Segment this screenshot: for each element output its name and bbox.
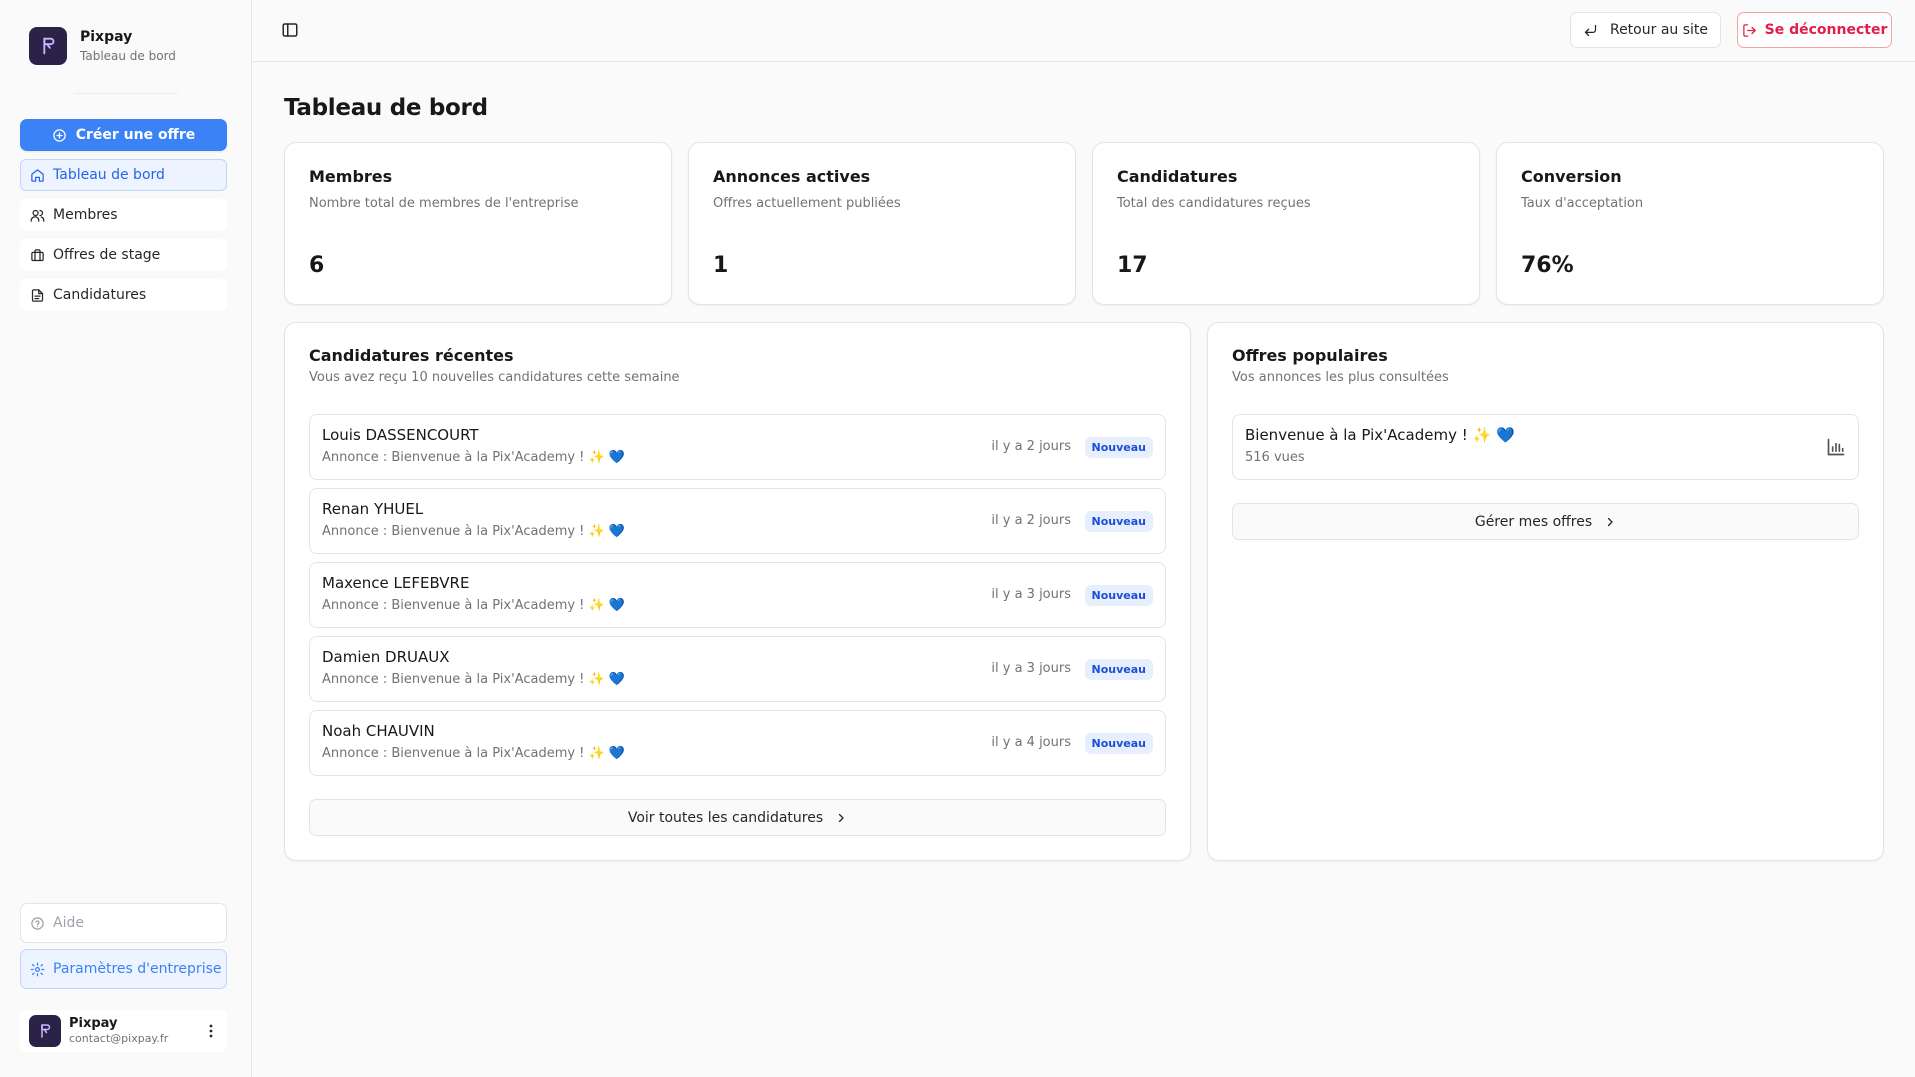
applicant-offer: Annonce : Bienvenue à la Pix'Academy ! ✨… — [322, 524, 626, 539]
back-to-site-button[interactable]: Retour au site — [1570, 12, 1721, 48]
sidebar-item-label: Tableau de bord — [53, 167, 165, 183]
user-card[interactable]: Pixpay contact@pixpay.fr — [20, 1010, 227, 1052]
logout-button[interactable]: Se déconnecter — [1737, 12, 1892, 48]
offer-name: Bienvenue à la Pix'Academy ! ✨ 💙 — [1245, 426, 1515, 444]
status-badge: Nouveau — [1084, 585, 1153, 606]
stat-value: 1 — [713, 253, 729, 278]
avatar — [29, 1015, 61, 1047]
status-badge: Nouveau — [1084, 733, 1153, 754]
plus-circle-icon — [52, 128, 66, 142]
applicant-offer: Annonce : Bienvenue à la Pix'Academy ! ✨… — [322, 746, 626, 761]
back-to-site-label: Retour au site — [1609, 22, 1709, 38]
sidebar-item-applications[interactable]: Candidatures — [20, 279, 227, 311]
stat-card-members: Membres Nombre total de membres de l'ent… — [284, 142, 672, 305]
applications-list: Louis DASSENCOURT Annonce : Bienvenue à … — [309, 414, 1166, 784]
applicant-offer: Annonce : Bienvenue à la Pix'Academy ! ✨… — [322, 450, 626, 465]
home-icon — [31, 168, 44, 182]
applicant-name: Renan YHUEL — [322, 500, 424, 518]
list-item[interactable]: Louis DASSENCOURT Annonce : Bienvenue à … — [309, 414, 1166, 480]
applicant-name: Louis DASSENCOURT — [322, 426, 479, 444]
sidebar-nav: Tableau de bord Membres Offres de stage … — [20, 159, 227, 319]
stat-description: Total des candidatures reçues — [1117, 196, 1311, 211]
manage-offers-label: Gérer mes offres — [1474, 513, 1593, 530]
panel-description: Vos annonces les plus consultées — [1232, 370, 1449, 385]
chevron-right-icon — [839, 813, 844, 822]
sidebar-item-label: Candidatures — [53, 287, 147, 303]
applicant-offer: Annonce : Bienvenue à la Pix'Academy ! ✨… — [322, 672, 626, 687]
applicant-offer: Annonce : Bienvenue à la Pix'Academy ! ✨… — [322, 598, 626, 613]
recent-applications-panel: Candidatures récentes Vous avez reçu 10 … — [284, 322, 1191, 861]
stat-title: Conversion — [1521, 167, 1622, 186]
create-offer-label: Créer une offre — [75, 127, 196, 143]
applicant-time: il y a 3 jours — [991, 661, 1071, 676]
see-all-label: Voir toutes les candidatures — [627, 809, 824, 826]
company-settings-button[interactable]: Paramètres d'entreprise — [20, 949, 227, 989]
status-badge: Nouveau — [1084, 437, 1153, 458]
divider — [74, 93, 178, 94]
stat-title: Membres — [309, 167, 393, 186]
applicant-name: Damien DRUAUX — [322, 648, 450, 666]
list-item[interactable]: Maxence LEFEBVRE Annonce : Bienvenue à l… — [309, 562, 1166, 628]
corner-down-left-icon — [1584, 24, 1597, 36]
user-email: contact@pixpay.fr — [69, 1032, 169, 1045]
applicant-time: il y a 4 jours — [991, 735, 1071, 750]
pixpay-logo — [29, 27, 67, 65]
bar-chart-icon — [1827, 438, 1845, 456]
panel-title: Offres populaires — [1232, 346, 1388, 365]
stat-title: Annonces actives — [713, 167, 871, 186]
applicant-name: Noah CHAUVIN — [322, 722, 435, 740]
gear-icon — [30, 962, 45, 976]
stat-value: 6 — [309, 253, 325, 278]
status-badge: Nouveau — [1084, 511, 1153, 532]
log-out-icon — [1742, 23, 1756, 37]
list-item[interactable]: Damien DRUAUX Annonce : Bienvenue à la P… — [309, 636, 1166, 702]
list-item[interactable]: Noah CHAUVIN Annonce : Bienvenue à la Pi… — [309, 710, 1166, 776]
briefcase-icon — [31, 248, 44, 261]
sidebar-item-dashboard[interactable]: Tableau de bord — [20, 159, 227, 191]
stat-value: 17 — [1117, 253, 1148, 278]
brand[interactable]: Pixpay Tableau de bord — [29, 27, 176, 65]
stat-description: Nombre total de membres de l'entreprise — [309, 196, 579, 211]
more-vertical-icon[interactable] — [201, 1021, 221, 1041]
sidebar-item-label: Membres — [53, 207, 118, 223]
help-circle-icon — [31, 916, 44, 930]
users-icon — [30, 209, 45, 222]
stat-title: Candidatures — [1117, 167, 1238, 186]
stat-description: Taux d'acceptation — [1521, 196, 1644, 211]
applicant-time: il y a 2 jours — [991, 513, 1071, 528]
status-badge: Nouveau — [1084, 659, 1153, 680]
manage-offers-button[interactable]: Gérer mes offres — [1232, 503, 1859, 540]
help-label: Aide — [53, 915, 84, 931]
logout-label: Se déconnecter — [1764, 22, 1888, 38]
list-item[interactable]: Renan YHUEL Annonce : Bienvenue à la Pix… — [309, 488, 1166, 554]
applicant-time: il y a 3 jours — [991, 587, 1071, 602]
create-offer-button[interactable]: Créer une offre — [20, 119, 227, 151]
sidebar-item-label: Offres de stage — [53, 247, 161, 263]
offer-views: 516 vues — [1245, 450, 1305, 465]
help-button[interactable]: Aide — [20, 903, 227, 943]
list-item[interactable]: Bienvenue à la Pix'Academy ! ✨ 💙 516 vue… — [1232, 414, 1859, 480]
panel-title: Candidatures récentes — [309, 346, 514, 365]
popular-offers-panel: Offres populaires Vos annonces les plus … — [1207, 322, 1884, 861]
brand-name: Pixpay — [80, 29, 133, 45]
sidebar: Pixpay Tableau de bord Créer une offre T… — [0, 0, 252, 1077]
stat-description: Offres actuellement publiées — [713, 196, 901, 211]
applicant-time: il y a 2 jours — [991, 439, 1071, 454]
user-name: Pixpay — [69, 1016, 118, 1031]
file-text-icon — [31, 288, 44, 302]
sidebar-item-internships[interactable]: Offres de stage — [20, 239, 227, 271]
settings-label: Paramètres d'entreprise — [53, 961, 222, 977]
stat-card-conversion: Conversion Taux d'acceptation 76% — [1496, 142, 1884, 305]
sidebar-item-members[interactable]: Membres — [20, 199, 227, 231]
panel-description: Vous avez reçu 10 nouvelles candidatures… — [309, 370, 680, 385]
page-title: Tableau de bord — [284, 95, 488, 121]
stat-card-applications: Candidatures Total des candidatures reçu… — [1092, 142, 1480, 305]
applicant-name: Maxence LEFEBVRE — [322, 574, 470, 592]
chevron-right-icon — [1608, 517, 1613, 526]
stat-card-active-offers: Annonces actives Offres actuellement pub… — [688, 142, 1076, 305]
see-all-applications-button[interactable]: Voir toutes les candidatures — [309, 799, 1166, 836]
sidebar-toggle-icon[interactable] — [281, 21, 299, 39]
stat-value: 76% — [1521, 253, 1574, 278]
brand-subtitle: Tableau de bord — [80, 49, 176, 63]
